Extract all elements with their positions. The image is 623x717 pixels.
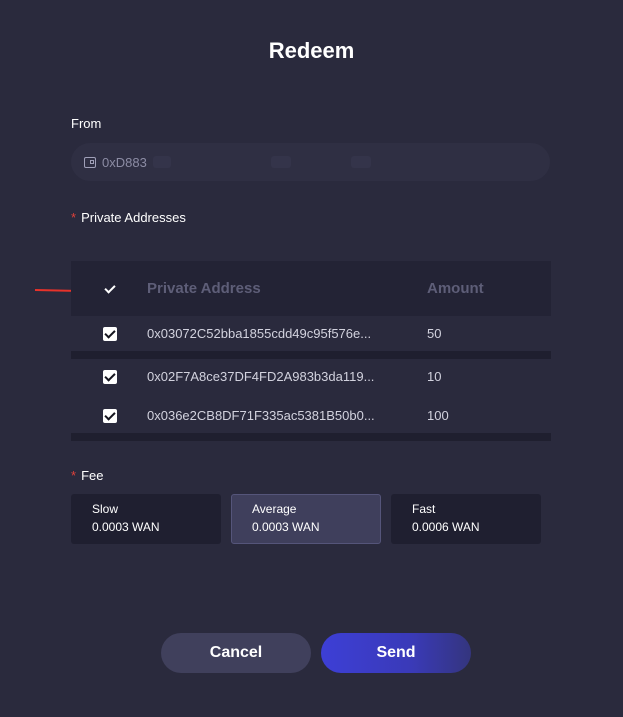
table-row[interactable]: 0x02F7A8ce37DF4FD2A983b3da119... 10: [71, 359, 551, 394]
fee-options: Slow 0.0003 WAN Average 0.0003 WAN Fast …: [71, 494, 551, 544]
private-address-cell: 0x03072C52bba1855cdd49c95f576e...: [147, 326, 372, 341]
column-header-amount[interactable]: Amount: [427, 280, 484, 297]
row-checkbox[interactable]: [103, 326, 117, 341]
row-checkbox[interactable]: [103, 408, 117, 423]
required-mark: *: [71, 210, 77, 225]
dialog-title: Redeem: [268, 38, 355, 63]
redacted-block: [271, 156, 291, 168]
fee-option-slow[interactable]: Slow 0.0003 WAN: [71, 494, 221, 544]
select-all-checkbox[interactable]: [103, 282, 117, 296]
private-address-cell: 0x02F7A8ce37DF4FD2A983b3da119...: [147, 369, 375, 384]
amount-cell: 10: [427, 369, 442, 384]
cancel-button[interactable]: Cancel: [161, 633, 311, 673]
private-addresses-label: * Private Addresses: [71, 210, 186, 225]
table-header: Private Address Amount: [71, 261, 551, 316]
private-addresses-label-text: Private Addresses: [81, 210, 186, 225]
row-divider: [71, 433, 551, 441]
table-row[interactable]: 0x03072C52bba1855cdd49c95f576e... 50: [71, 316, 551, 351]
column-header-private-address[interactable]: Private Address: [147, 280, 427, 297]
from-address: 0xD883: [102, 154, 147, 170]
row-checkbox[interactable]: [103, 369, 117, 384]
fee-option-value: 0.0006 WAN: [412, 520, 480, 534]
amount-cell: 50: [427, 326, 442, 341]
private-address-table: Private Address Amount 0x03072C52bba1855…: [71, 261, 551, 441]
send-button[interactable]: Send: [321, 633, 471, 673]
fee-option-fast[interactable]: Fast 0.0006 WAN: [391, 494, 541, 544]
wallet-icon: [84, 156, 96, 168]
from-field: 0xD883: [71, 143, 550, 181]
from-label: From: [71, 116, 102, 131]
fee-option-average[interactable]: Average 0.0003 WAN: [231, 494, 381, 544]
private-address-cell: 0x036e2CB8DF71F335ac5381B50b0...: [147, 408, 375, 423]
redacted-block: [351, 156, 371, 168]
row-divider: [71, 351, 551, 359]
fee-option-name: Fast: [412, 502, 436, 516]
table-row[interactable]: 0x036e2CB8DF71F335ac5381B50b0... 100: [71, 398, 551, 433]
fee-option-value: 0.0003 WAN: [92, 520, 160, 534]
fee-label-text: Fee: [81, 468, 104, 483]
required-mark: *: [71, 468, 77, 483]
fee-option-name: Slow: [92, 502, 119, 516]
redeem-dialog: Redeem From 0xD883 * Private Addresses Pr…: [0, 0, 623, 717]
fee-option-value: 0.0003 WAN: [252, 520, 320, 534]
fee-label: * Fee: [71, 468, 103, 483]
fee-option-name: Average: [252, 502, 297, 516]
amount-cell: 100: [427, 408, 449, 423]
redacted-block: [153, 156, 171, 168]
